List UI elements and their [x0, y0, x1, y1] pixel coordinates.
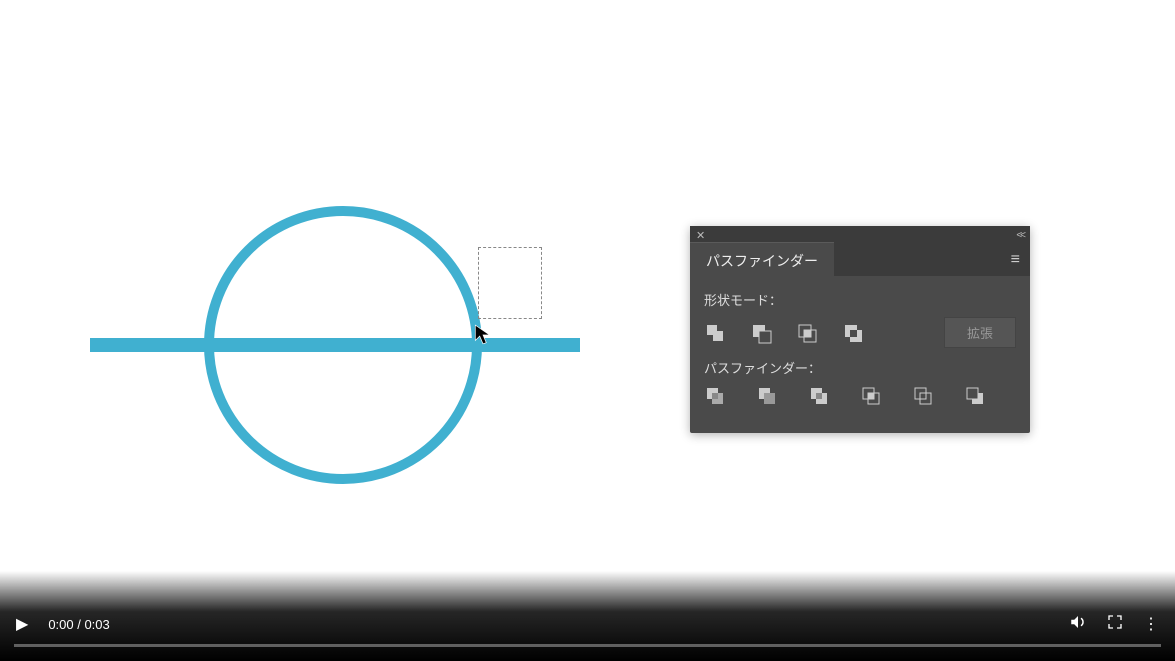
pathfinders-row — [704, 385, 1016, 407]
shape-modes-label: 形状モード： — [704, 290, 1016, 309]
video-progress-bar[interactable] — [14, 644, 1161, 647]
crop-icon[interactable] — [860, 385, 882, 407]
arrow-cursor-icon — [474, 324, 492, 346]
unite-icon[interactable] — [704, 322, 726, 344]
fullscreen-icon[interactable] — [1107, 614, 1123, 635]
intersect-icon[interactable] — [796, 322, 818, 344]
outline-icon[interactable] — [912, 385, 934, 407]
exclude-icon[interactable] — [842, 322, 864, 344]
merge-icon[interactable] — [808, 385, 830, 407]
pathfinders-label: パスファインダー： — [704, 358, 1016, 377]
volume-icon[interactable] — [1069, 613, 1087, 636]
more-icon[interactable]: ⋮ — [1143, 614, 1159, 634]
video-time-display: 0:00 / 0:03 — [48, 617, 109, 632]
panel-tab-row: パスファインダー ≡ — [690, 244, 1030, 276]
close-icon[interactable]: ✕ — [696, 229, 705, 242]
panel-body: 形状モード： 拡張 パスファインダー： — [690, 276, 1030, 433]
collapse-icon[interactable]: << — [1016, 230, 1024, 241]
divide-icon[interactable] — [704, 385, 726, 407]
minus-front-icon[interactable] — [750, 322, 772, 344]
shape-modes-row: 拡張 — [704, 317, 1016, 348]
panel-menu-icon[interactable]: ≡ — [1001, 251, 1030, 269]
video-control-bar: ▶ 0:00 / 0:03 ⋮ — [0, 571, 1175, 661]
tab-pathfinder[interactable]: パスファインダー — [690, 242, 834, 278]
pathfinder-panel[interactable]: ✕ << パスファインダー ≡ 形状モード： 拡張 パスファインダー： — [690, 226, 1030, 433]
trim-icon[interactable] — [756, 385, 778, 407]
circle-shape[interactable] — [204, 206, 482, 484]
minus-back-icon[interactable] — [964, 385, 986, 407]
play-icon[interactable]: ▶ — [16, 614, 28, 634]
selection-marquee — [478, 247, 542, 319]
expand-button[interactable]: 拡張 — [944, 317, 1016, 348]
